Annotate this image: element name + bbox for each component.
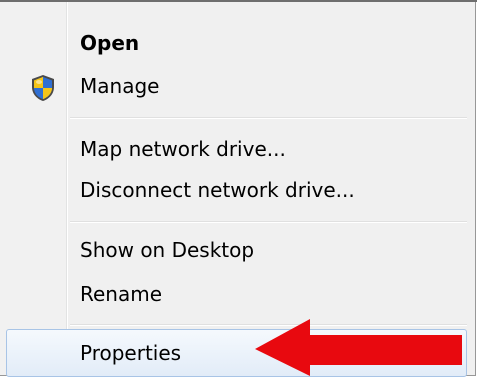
- menu-item-manage-label: Manage: [80, 74, 160, 98]
- menu-separator: [70, 117, 467, 119]
- menu-item-rename-label: Rename: [80, 282, 163, 306]
- menu-item-disconnect-network-drive[interactable]: Disconnect network drive...: [6, 166, 467, 214]
- menu-item-rename[interactable]: Rename: [6, 270, 467, 318]
- menu-item-properties-label: Properties: [80, 341, 182, 365]
- menu-separator: [70, 221, 467, 223]
- menu-item-show-on-desktop-label: Show on Desktop: [80, 238, 255, 262]
- menu-item-disconnect-network-drive-label: Disconnect network drive...: [80, 178, 355, 202]
- window-top-edge: [0, 0, 477, 2]
- menu-item-open[interactable]: Open: [6, 19, 467, 67]
- menu-item-manage[interactable]: Manage: [6, 62, 467, 110]
- uac-shield-icon: [32, 75, 54, 101]
- red-arrow-annotation: [255, 319, 462, 376]
- menu-item-show-on-desktop[interactable]: Show on Desktop: [6, 226, 467, 274]
- menu-item-open-label: Open: [80, 31, 140, 55]
